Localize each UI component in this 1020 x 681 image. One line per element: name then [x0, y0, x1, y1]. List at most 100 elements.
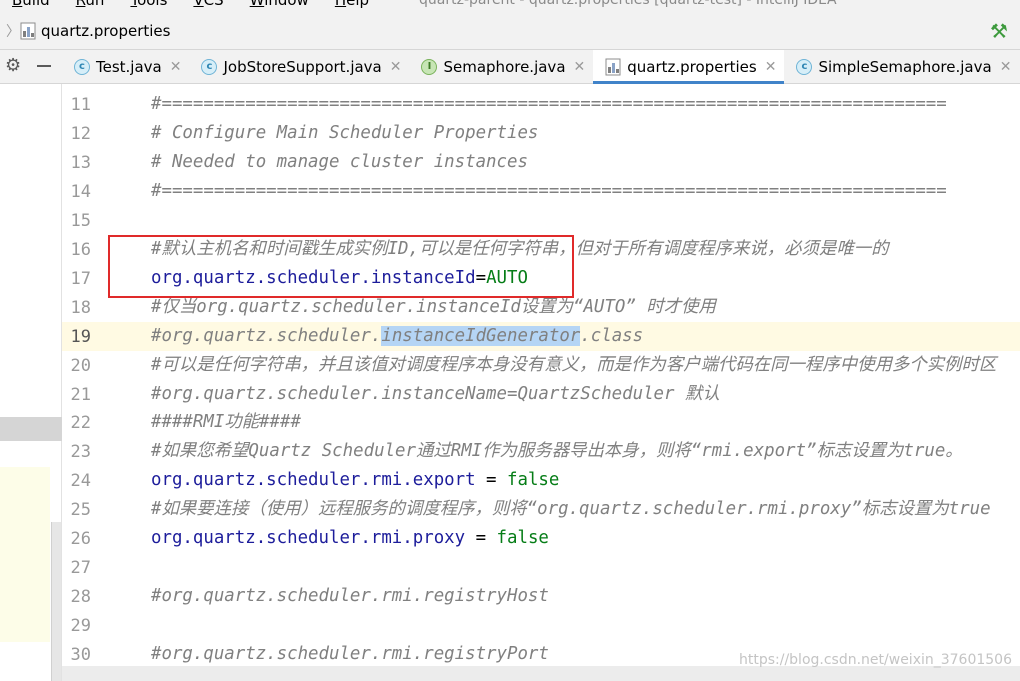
close-icon[interactable]: ✕ [390, 59, 402, 75]
code-text[interactable]: #=======================================… [151, 181, 947, 201]
comment-text: #=======================================… [151, 94, 947, 114]
code-line[interactable]: 15 [62, 206, 1020, 235]
interface-icon: I [421, 58, 438, 75]
close-icon[interactable]: ✕ [1000, 59, 1012, 75]
line-number: 18 [70, 297, 91, 318]
code-text[interactable]: #org.quartz.scheduler.rmi.registryPort [151, 644, 549, 664]
watermark: https://blog.csdn.net/weixin_37601506 [738, 652, 1012, 668]
code-text[interactable]: #如果您希望Quartz Scheduler通过RMI作为服务器导出本身，则将“… [151, 441, 963, 461]
comment-text: .class [580, 325, 644, 346]
comment-text: #如果要连接（使用）远程服务的调度程序，则将“org.quartz.schedu… [151, 499, 991, 520]
property-value: false [507, 470, 560, 491]
code-text[interactable]: #org.quartz.scheduler.rmi.registryHost [151, 586, 549, 606]
class-icon: c [796, 58, 813, 75]
code-line[interactable]: 14 #=====================================… [62, 177, 1020, 206]
line-number: 25 [70, 500, 91, 521]
tab-test-java[interactable]: c Test.java ✕ [62, 50, 189, 83]
annotation-box [108, 235, 574, 298]
line-number: 11 [70, 95, 91, 115]
code-line[interactable]: 20 #可以是任何字符串，并且该值对调度程序本身没有意义，而是作为客户端代码在同一… [62, 351, 1020, 380]
editor-tab-bar: c Test.java ✕ c JobStoreSupport.java ✕ I… [62, 50, 1020, 84]
code-line[interactable]: 12 # Configure Main Scheduler Properties [62, 119, 1020, 148]
horizontal-scrollbar[interactable] [62, 666, 1020, 681]
tab-semaphore-java[interactable]: I Semaphore.java ✕ [409, 50, 593, 83]
comment-text: # Needed to manage cluster instances [151, 151, 528, 172]
navigation-bar: 〉 quartz.properties ⚒ [0, 14, 1020, 50]
menu-vcs[interactable]: VCS [193, 0, 223, 9]
tree-highlight [0, 467, 50, 642]
code-line[interactable]: 11 #=====================================… [62, 90, 1020, 119]
tab-label: SimpleSemaphore.java [818, 57, 992, 76]
code-text[interactable]: # Configure Main Scheduler Properties [151, 123, 538, 143]
line-number: 16 [70, 239, 91, 260]
code-line[interactable]: 25 #如果要连接（使用）远程服务的调度程序，则将“org.quartz.sche… [62, 495, 1020, 524]
code-text[interactable]: #=======================================… [151, 94, 947, 114]
menu-window[interactable]: Window [250, 0, 309, 9]
tab-quartz-properties[interactable]: quartz.properties ✕ [593, 50, 785, 84]
property-separator: = [475, 470, 507, 491]
menu-tools[interactable]: Tools [130, 0, 167, 9]
tab-jobstoresupport-java[interactable]: c JobStoreSupport.java ✕ [189, 50, 409, 83]
code-line[interactable]: 23 #如果您希望Quartz Scheduler通过RMI作为服务器导出本身，则… [62, 437, 1020, 466]
line-number: 12 [70, 123, 91, 144]
chevron-right-icon[interactable]: 〉 [6, 21, 20, 41]
line-number: 17 [70, 268, 91, 289]
breadcrumb[interactable]: quartz.properties [41, 22, 170, 40]
build-hammer-icon[interactable]: ⚒ [990, 19, 1008, 43]
comment-text: #如果您希望Quartz Scheduler通过RMI作为服务器导出本身，则将“… [151, 441, 963, 462]
tab-simplesemaphore-java[interactable]: c SimpleSemaphore.java ✕ [784, 50, 1019, 83]
menu-build[interactable]: Build [12, 0, 50, 9]
close-icon[interactable]: ✕ [170, 59, 182, 75]
comment-text: #org.quartz.scheduler.rmi.registryHost [151, 586, 549, 607]
code-text[interactable]: #可以是任何字符串，并且该值对调度程序本身没有意义，而是作为客户端代码在同一程序… [151, 355, 996, 375]
code-line[interactable]: 21 #org.quartz.scheduler.instanceName=Qua… [62, 380, 1020, 409]
menu-run[interactable]: Run [76, 0, 105, 9]
line-number: 20 [70, 355, 91, 376]
selected-text: instanceIdGenerator [381, 325, 581, 346]
code-line[interactable]: 27 [62, 553, 1020, 582]
panel-scrollbar[interactable] [51, 522, 61, 681]
code-line[interactable]: 26 org.quartz.scheduler.rmi.proxy = false [62, 524, 1020, 553]
line-number: 24 [70, 471, 91, 492]
comment-text: #org.quartz.scheduler. [151, 325, 382, 346]
hide-panel-icon[interactable] [37, 65, 51, 67]
line-number: 22 [70, 413, 91, 434]
tab-label: Test.java [96, 57, 162, 76]
code-text[interactable]: #org.quartz.scheduler.instanceIdGenerato… [151, 325, 644, 346]
comment-text: #org.quartz.scheduler.instanceName=Quart… [151, 383, 720, 404]
line-number: 23 [70, 442, 91, 463]
code-line[interactable]: 13 # Needed to manage cluster instances [62, 148, 1020, 177]
comment-text: #仅当org.quartz.scheduler.instanceId设置为“AU… [151, 296, 716, 317]
code-line[interactable]: 19 #org.quartz.scheduler.instanceIdGenera… [62, 321, 1020, 351]
code-text[interactable]: #仅当org.quartz.scheduler.instanceId设置为“AU… [151, 297, 716, 317]
code-editor[interactable]: 11 #=====================================… [62, 84, 1020, 666]
code-line[interactable]: 29 [62, 611, 1020, 640]
property-value: false [496, 528, 549, 549]
tab-label: quartz.properties [627, 57, 757, 76]
comment-text: # Configure Main Scheduler Properties [151, 122, 539, 143]
code-text[interactable]: # Needed to manage cluster instances [151, 152, 528, 172]
code-line[interactable]: 24 org.quartz.scheduler.rmi.export = fals… [62, 466, 1020, 495]
line-number: 15 [70, 210, 91, 231]
code-line[interactable]: 28 #org.quartz.scheduler.rmi.registryHost [62, 582, 1020, 611]
window-title: quartz-parent - quartz.properties [quart… [419, 0, 837, 8]
close-icon[interactable]: ✕ [574, 59, 586, 75]
selected-tree-row[interactable] [0, 417, 62, 441]
code-text[interactable]: #org.quartz.scheduler.instanceName=Quart… [151, 384, 720, 404]
code-line[interactable]: 22 ####RMI功能#### [62, 408, 1020, 437]
gear-icon[interactable]: ⚙ [5, 55, 21, 76]
menu-help[interactable]: Help [335, 0, 369, 9]
code-text[interactable]: ####RMI功能#### [151, 412, 301, 432]
line-number: 30 [70, 645, 91, 666]
project-panel[interactable] [0, 84, 62, 681]
line-number: 26 [70, 529, 91, 550]
line-number: 21 [70, 384, 91, 405]
code-text[interactable]: #如果要连接（使用）远程服务的调度程序，则将“org.quartz.schedu… [151, 499, 991, 519]
code-text[interactable]: org.quartz.scheduler.rmi.export = false [151, 470, 559, 490]
properties-file-icon [605, 58, 621, 75]
code-text[interactable]: org.quartz.scheduler.rmi.proxy = false [151, 528, 549, 548]
line-number: 19 [70, 326, 91, 347]
close-icon[interactable]: ✕ [765, 59, 777, 75]
menu-bar: Build Run Tools VCS Window Help quartz-p… [0, 0, 1020, 14]
line-number: 13 [70, 152, 91, 173]
